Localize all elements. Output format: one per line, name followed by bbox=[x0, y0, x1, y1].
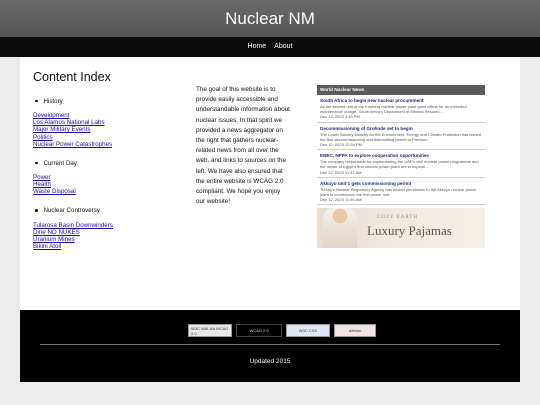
w3c-wai-aa-icon[interactable]: W3C WAI-AA WCAG 2.0 bbox=[188, 324, 232, 337]
updated-text: Updated 2015 bbox=[249, 358, 291, 365]
link-los-alamos[interactable]: Los Alamos National Labs bbox=[33, 119, 183, 126]
content-index-title: Content Index bbox=[33, 70, 111, 84]
news-item-description: Turkey's Nuclear Regulatory Agency has i… bbox=[320, 186, 477, 198]
debian-icon[interactable]: debian bbox=[334, 324, 376, 337]
link-major-military-events[interactable]: Major Military Events bbox=[33, 126, 183, 133]
bullet-icon bbox=[35, 209, 38, 212]
news-item-description: The Lower Saxony Ministry for the Enviro… bbox=[320, 131, 481, 142]
link-dine-no-nukes[interactable]: Dine NO NUKES bbox=[33, 229, 183, 236]
bullet-icon bbox=[35, 161, 38, 165]
w3c-css-icon[interactable]: W3C CSS bbox=[286, 324, 330, 337]
news-item-description: The company responsible for implementing… bbox=[320, 159, 479, 170]
footer-divider bbox=[40, 344, 500, 345]
news-item[interactable]: ENEC, NPPA to explore cooperation opport… bbox=[317, 150, 485, 178]
nav-about-link[interactable]: About bbox=[274, 43, 292, 50]
link-development[interactable]: Development bbox=[33, 112, 183, 119]
section-heading: History bbox=[43, 97, 63, 105]
ad-model-image bbox=[323, 208, 357, 249]
news-item-date: Dec 12, 2023 12:54 PM bbox=[320, 142, 363, 148]
link-bikini-atoll[interactable]: Bikini Atoll bbox=[33, 243, 183, 250]
link-health[interactable]: Health bbox=[33, 181, 183, 188]
news-feed-header: World Nuclear News bbox=[317, 85, 485, 95]
link-nuclear-power-catastrophes[interactable]: Nuclear Power Catastrophes bbox=[33, 141, 183, 148]
news-item[interactable]: Decommissioning of Grohnde set to begin … bbox=[317, 123, 485, 151]
news-item-date: Dec 12, 2023 3:49 PM bbox=[320, 114, 360, 120]
link-list: Tularosa Basin Downwinders Dine NO NUKES… bbox=[33, 222, 183, 251]
intro-text: The goal of this website is to provide e… bbox=[196, 86, 290, 206]
link-waste-disposal[interactable]: Waste Disposal bbox=[33, 188, 183, 195]
link-list: Development Los Alamos National Labs Maj… bbox=[33, 112, 183, 148]
news-feed: World Nuclear News South Africa to begin… bbox=[317, 85, 485, 296]
section-nuclear-controversy: Nuclear Controversy Tularosa Basin Downw… bbox=[33, 206, 183, 251]
main-nav: Home About bbox=[0, 37, 540, 57]
ad-brand: COZY EARTH bbox=[377, 215, 419, 221]
news-item[interactable]: South Africa to begin new nuclear procur… bbox=[317, 95, 485, 123]
section-heading: Nuclear Controversy bbox=[43, 207, 100, 215]
link-power[interactable]: Power bbox=[33, 174, 183, 181]
site-footer: W3C WAI-AA WCAG 2.0 WCAG 2.0 W3C CSS deb… bbox=[20, 310, 520, 382]
news-item[interactable]: Akkuyu unit 1 gets commissioning permit … bbox=[317, 178, 485, 206]
section-current-day: Current Day Power Health Waste Disposal bbox=[33, 158, 183, 196]
ad-title: Luxury Pajamas bbox=[367, 223, 452, 239]
news-item-date: Dec 12, 2023 11:46 AM bbox=[320, 197, 362, 203]
news-item-date: Dec 12, 2023 11:47 AM bbox=[320, 169, 362, 175]
page-content: Content Index History Development Los Al… bbox=[20, 57, 520, 310]
nav-home-link[interactable]: Home bbox=[248, 43, 267, 50]
section-history: History Development Los Alamos National … bbox=[33, 96, 183, 148]
validation-badges: W3C WAI-AA WCAG 2.0 WCAG 2.0 W3C CSS deb… bbox=[188, 324, 376, 337]
link-tularosa-basin[interactable]: Tularosa Basin Downwinders bbox=[33, 222, 183, 229]
section-heading: Current Day bbox=[43, 159, 77, 167]
content-index: Content Index History Development Los Al… bbox=[33, 70, 183, 260]
site-header: Nuclear NM bbox=[0, 0, 540, 37]
wcag-icon[interactable]: WCAG 2.0 bbox=[236, 324, 282, 337]
news-item-description: As the second unit at the Koeberg nuclea… bbox=[320, 104, 467, 115]
advertisement-banner[interactable]: COZY EARTH Luxury Pajamas bbox=[317, 208, 485, 249]
site-title: Nuclear NM bbox=[225, 9, 315, 28]
bullet-icon bbox=[35, 99, 38, 103]
link-list: Power Health Waste Disposal bbox=[33, 174, 183, 196]
link-uranium-mines[interactable]: Uranium Mines bbox=[33, 236, 183, 243]
link-politics[interactable]: Politics bbox=[33, 134, 183, 141]
